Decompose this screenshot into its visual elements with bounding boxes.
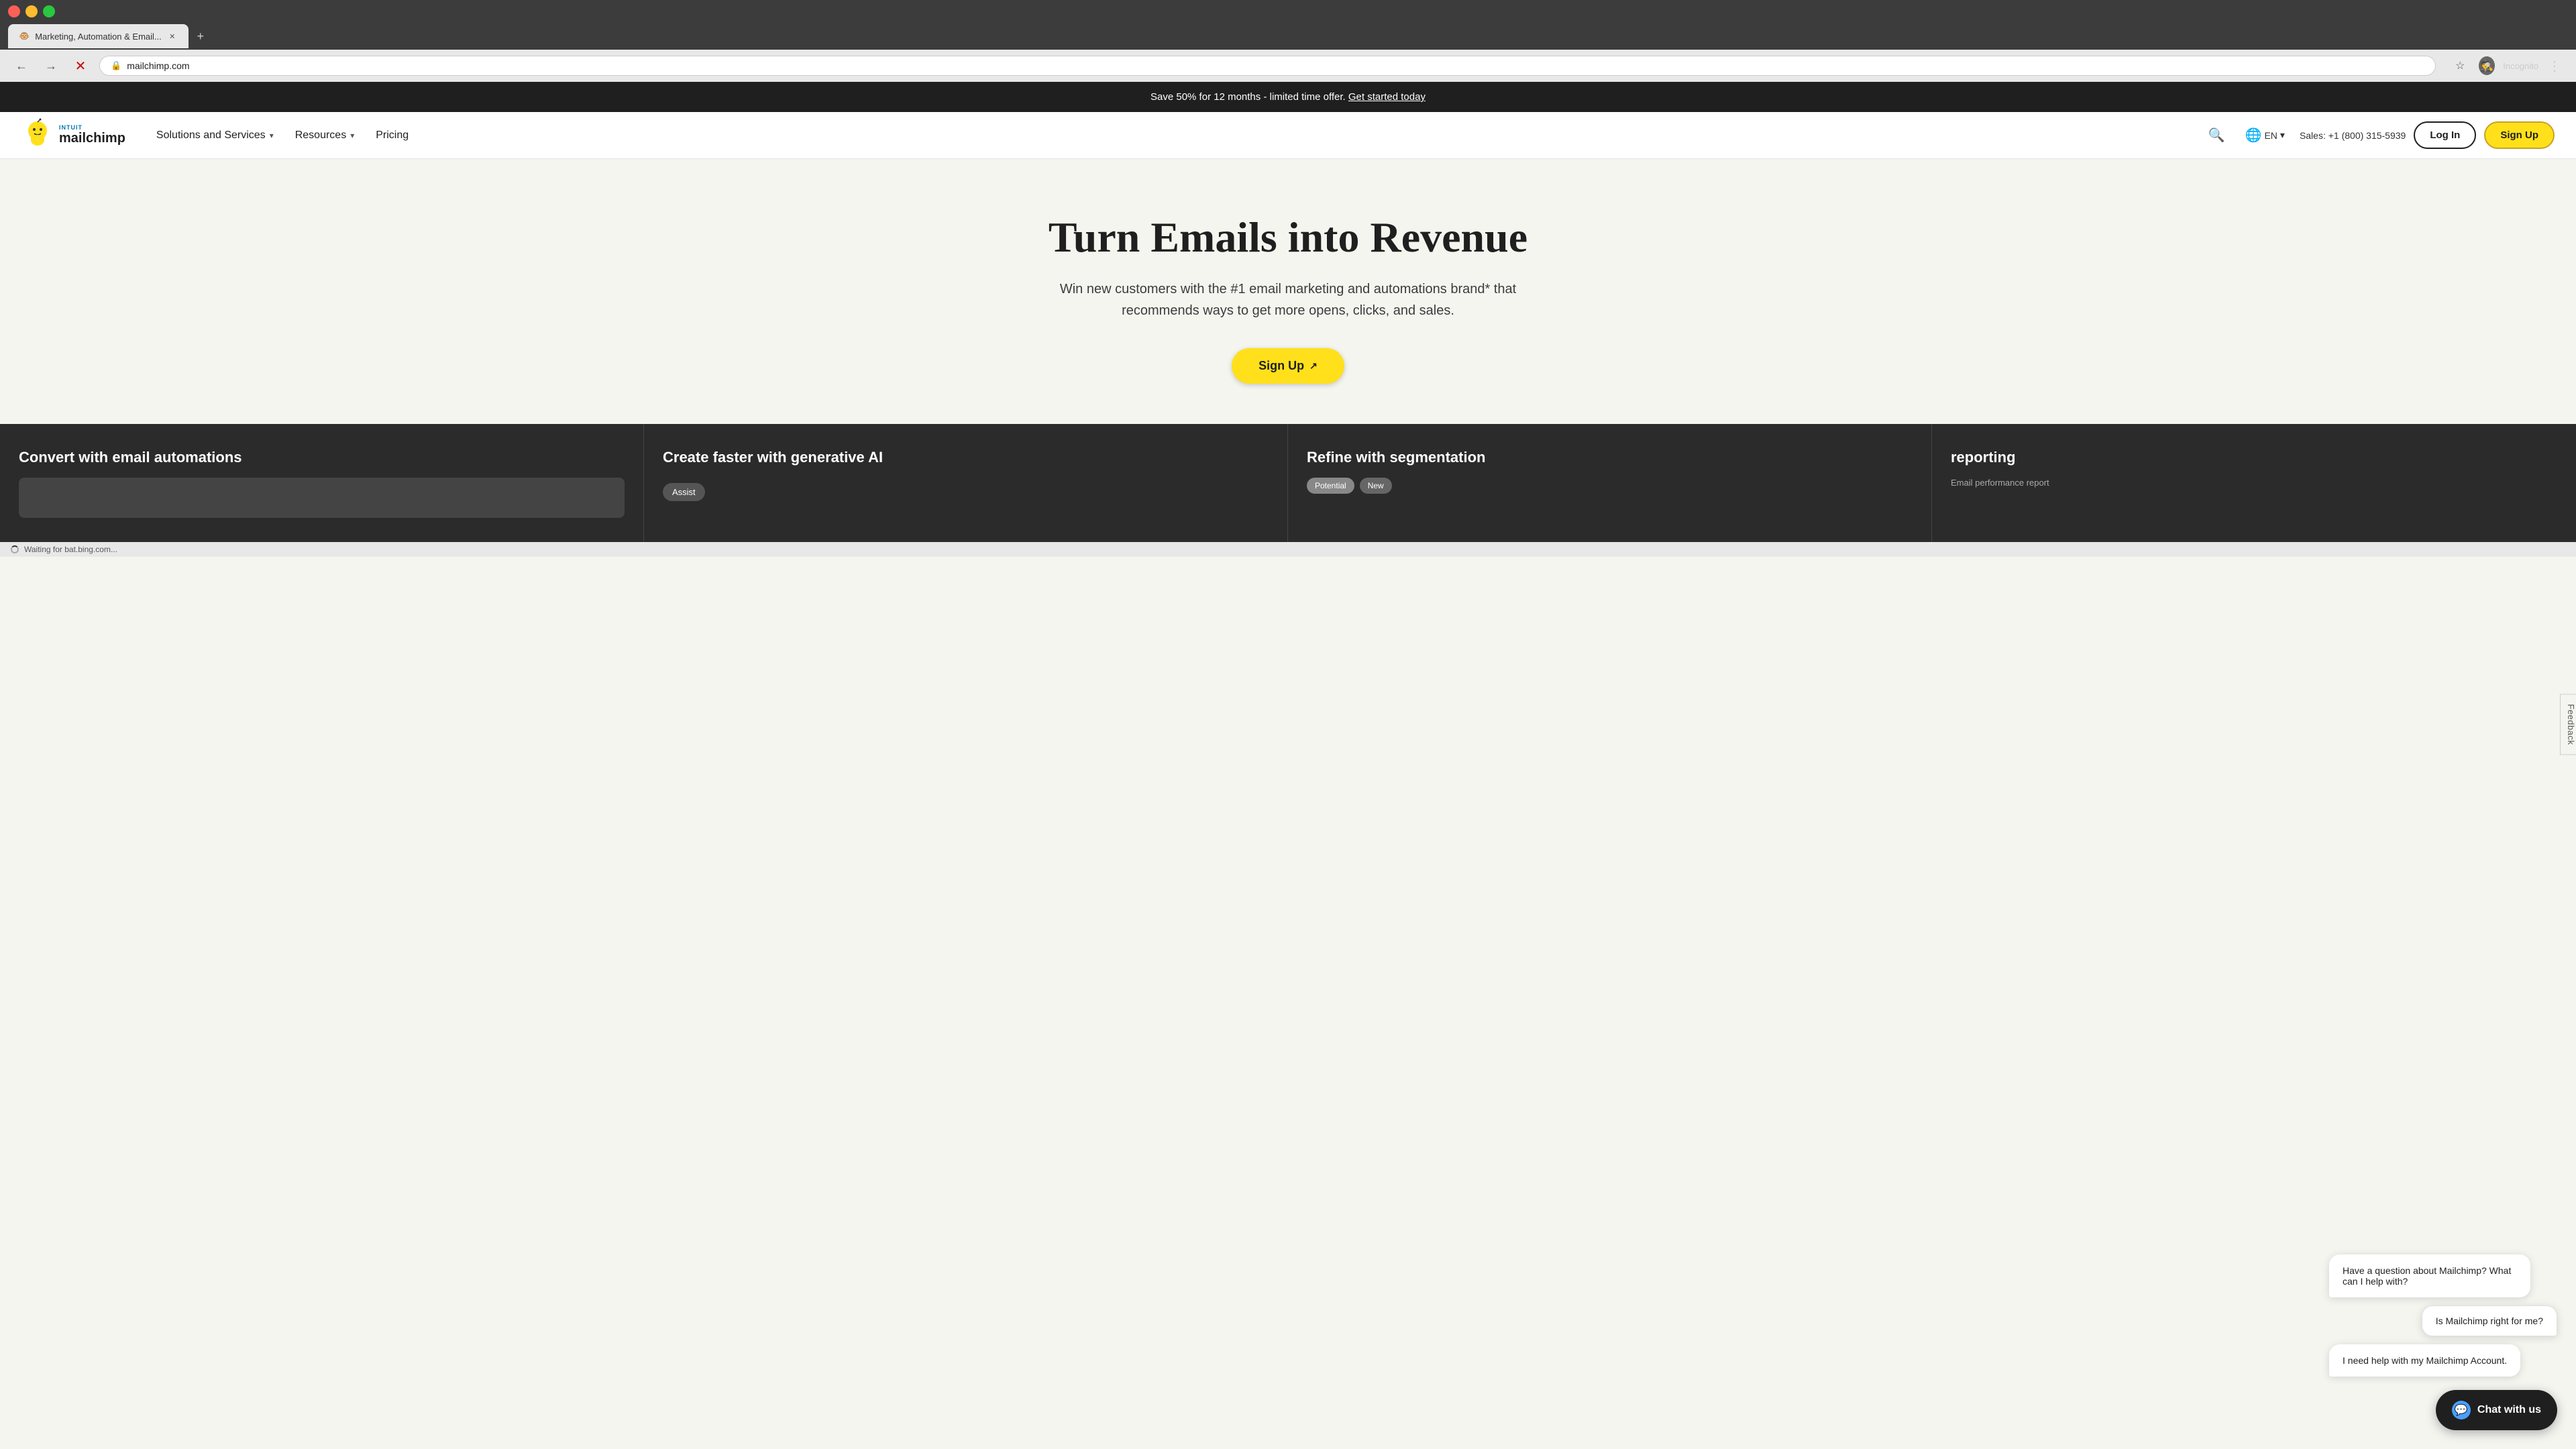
browser-chrome: 🐵 Marketing, Automation & Email... ✕ + ←… <box>0 0 2576 82</box>
tab-bar: 🐵 Marketing, Automation & Email... ✕ + <box>0 23 2576 50</box>
announcement-subtext: - limited time offer. <box>1263 91 1345 103</box>
nav-pricing-button[interactable]: Pricing <box>366 124 418 147</box>
back-button[interactable]: ← <box>11 55 32 76</box>
window-controls <box>8 5 55 17</box>
reload-button[interactable]: ✕ <box>70 55 91 76</box>
loading-status-text: Waiting for bat.bing.com... <box>24 545 117 554</box>
tab-close-button[interactable]: ✕ <box>167 31 178 42</box>
chat-suggestion-2[interactable]: I need help with my Mailchimp Account. <box>2329 1344 2520 1377</box>
feature-card-preview-1 <box>19 478 625 518</box>
chat-button[interactable]: 💬 Chat with us <box>2436 1390 2557 1430</box>
feature-card-title-1: Convert with email automations <box>19 448 625 468</box>
signup-hero-label: Sign Up <box>1258 359 1304 373</box>
url-display: mailchimp.com <box>127 60 2424 71</box>
chat-suggestion-1[interactable]: Is Mailchimp right for me? <box>2422 1305 2557 1336</box>
tab-favicon: 🐵 <box>19 31 30 42</box>
nav-solutions-button[interactable]: Solutions and Services ▾ <box>147 124 283 147</box>
feature-cards: Convert with email automations Create fa… <box>0 424 2576 543</box>
chat-button-label: Chat with us <box>2477 1404 2541 1416</box>
tab-title: Marketing, Automation & Email... <box>35 32 162 42</box>
globe-icon: 🌐 <box>2245 127 2262 144</box>
window-maximize-button[interactable] <box>43 5 55 17</box>
loading-spinner-icon <box>11 545 19 553</box>
main-navigation: INTUIT mailchimp Solutions and Services … <box>0 112 2576 159</box>
signup-button-nav[interactable]: Sign Up <box>2484 121 2555 149</box>
forward-button[interactable]: → <box>40 55 62 76</box>
mailchimp-logo-icon <box>21 117 54 150</box>
feature-card-segmentation[interactable]: Refine with segmentation Potential New <box>1288 424 1932 543</box>
active-tab[interactable]: 🐵 Marketing, Automation & Email... ✕ <box>8 24 189 48</box>
feedback-label: Feedback <box>2566 704 2576 745</box>
feature-ai-badge: Assist <box>663 483 705 501</box>
feature-card-automations[interactable]: Convert with email automations <box>0 424 644 543</box>
search-button[interactable]: 🔍 <box>2203 121 2231 149</box>
chat-messages: Have a question about Mailchimp? What ca… <box>2329 1254 2557 1377</box>
hero-section: Turn Emails into Revenue Win new custome… <box>0 159 2576 424</box>
window-minimize-button[interactable] <box>25 5 38 17</box>
feature-card-reporting[interactable]: reporting Email performance report <box>1932 424 2576 543</box>
profile-button[interactable]: 🕵 <box>2476 55 2498 76</box>
bookmark-button[interactable]: ☆ <box>2449 55 2471 76</box>
badge-potential: Potential <box>1307 478 1354 494</box>
announcement-cta[interactable]: Get started today <box>1348 91 1426 103</box>
language-selector[interactable]: 🌐 EN ▾ <box>2239 123 2292 148</box>
badge-new: New <box>1360 478 1392 494</box>
lang-chevron-icon: ▾ <box>2280 129 2285 141</box>
search-icon: 🔍 <box>2208 127 2225 144</box>
hero-subtitle: Win new customers with the #1 email mark… <box>1053 278 1523 321</box>
chat-question-bubble: Have a question about Mailchimp? What ca… <box>2329 1254 2530 1297</box>
resources-chevron-icon: ▾ <box>350 131 354 140</box>
address-bar[interactable]: 🔒 mailchimp.com <box>99 56 2436 76</box>
chat-widget: Have a question about Mailchimp? What ca… <box>2436 1390 2557 1430</box>
announcement-text: Save 50% for 12 months <box>1150 91 1260 103</box>
nav-pricing-label: Pricing <box>376 129 409 142</box>
feature-card-title-3: Refine with segmentation <box>1307 448 1913 468</box>
incognito-label: Incognito <box>2503 61 2538 71</box>
lang-label: EN <box>2264 130 2277 141</box>
solutions-chevron-icon: ▾ <box>270 131 274 140</box>
logo-area: INTUIT mailchimp <box>21 117 125 153</box>
browser-extras: ☆ 🕵 Incognito ⋮ <box>2449 55 2565 76</box>
hero-title: Turn Emails into Revenue <box>27 213 2549 262</box>
feature-reporting-subtitle: Email performance report <box>1951 478 2557 488</box>
feature-card-ai[interactable]: Create faster with generative AI Assist <box>644 424 1288 543</box>
nav-links: Solutions and Services ▾ Resources ▾ Pri… <box>147 124 2203 147</box>
mailchimp-label: mailchimp <box>59 131 125 146</box>
browser-titlebar <box>0 0 2576 23</box>
menu-button[interactable]: ⋮ <box>2544 55 2565 76</box>
feature-card-title-2: Create faster with generative AI <box>663 448 1269 468</box>
feature-card-title-4: reporting <box>1951 448 2557 468</box>
nav-solutions-label: Solutions and Services <box>156 129 266 142</box>
incognito-icon: 🕵 <box>2480 59 2493 72</box>
window-close-button[interactable] <box>8 5 20 17</box>
announcement-banner: Save 50% for 12 months - limited time of… <box>0 82 2576 112</box>
new-tab-button[interactable]: + <box>191 27 210 46</box>
browser-status-bar: Waiting for bat.bing.com... <box>0 542 2576 557</box>
chat-icon: 💬 <box>2452 1401 2471 1419</box>
nav-resources-button[interactable]: Resources ▾ <box>286 124 364 147</box>
nav-right-section: 🔍 🌐 EN ▾ Sales: +1 (800) 315-5939 Log In… <box>2203 121 2555 149</box>
cursor-icon: ↗ <box>1309 360 1318 372</box>
signup-button-hero[interactable]: Sign Up ↗ <box>1232 348 1344 384</box>
ssl-lock-icon: 🔒 <box>111 60 121 71</box>
feedback-tab[interactable]: Feedback <box>2560 694 2576 755</box>
sales-phone: Sales: +1 (800) 315-5939 <box>2300 130 2406 141</box>
intuit-label: INTUIT <box>59 125 125 131</box>
browser-addressbar: ← → ✕ 🔒 mailchimp.com ☆ 🕵 Incognito ⋮ <box>0 50 2576 82</box>
login-button[interactable]: Log In <box>2414 121 2476 149</box>
logo-link[interactable] <box>21 117 54 153</box>
nav-resources-label: Resources <box>295 129 346 142</box>
website-content: Save 50% for 12 months - limited time of… <box>0 82 2576 542</box>
